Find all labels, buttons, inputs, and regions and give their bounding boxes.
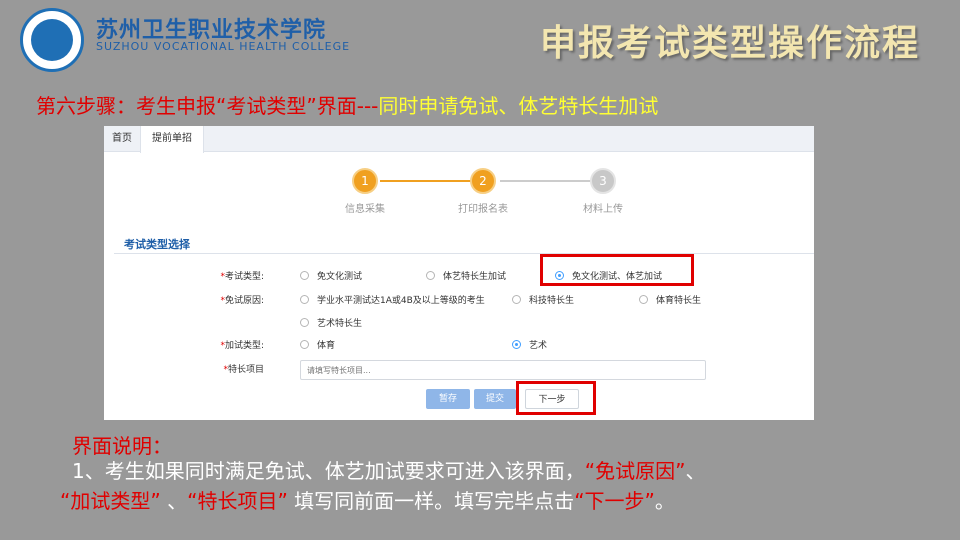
radio-dot xyxy=(300,318,309,327)
step-1-label: 信息采集 xyxy=(345,204,385,215)
form-screenshot-panel: 首页 提前单招 1 2 3 信息采集 打印报名表 材料上传 考试类型选择 *考试… xyxy=(104,126,814,420)
notes-line1-text: 1、考生如果同时满足免试、体艺加试要求可进入该界面， xyxy=(72,459,585,483)
progress-stepper: 1 2 3 信息采集 打印报名表 材料上传 xyxy=(104,152,814,232)
step-3-label: 材料上传 xyxy=(583,204,623,215)
stepper-connector xyxy=(500,180,590,182)
step-1-circle: 1 xyxy=(352,168,378,194)
notes-line2-text: 填写同前面一样。填写完毕点击 xyxy=(287,489,575,513)
radio-dot xyxy=(426,271,435,280)
highlight-box-next-button xyxy=(516,381,596,415)
step-heading-highlight: 同时申请免试、体艺特长生加试 xyxy=(378,94,659,118)
deck-title: 申报考试类型操作流程 xyxy=(539,23,920,64)
step-2-label: 打印报名表 xyxy=(458,204,508,215)
submit-button[interactable]: 提交 xyxy=(474,389,516,409)
section-title: 考试类型选择 xyxy=(124,238,190,251)
save-draft-button[interactable]: 暂存 xyxy=(426,389,470,409)
notes-line1-end: 、 xyxy=(685,459,706,483)
radio-exempt-academic-level[interactable]: 学业水平测试达1A或4B及以上等级的考生 xyxy=(300,293,485,306)
exempt-reason-label: *免试原因: xyxy=(220,296,264,306)
exam-type-label: *考试类型: xyxy=(220,272,264,282)
highlight-box-exam-type xyxy=(540,254,694,286)
radio-exempt-art-specialty[interactable]: 艺术特长生 xyxy=(300,316,362,329)
radio-dot xyxy=(512,295,521,304)
specialty-item-label: *特长项目 xyxy=(223,365,264,375)
notes-body: 1、考生如果同时满足免试、体艺加试要求可进入该界面，“免试原因”、 “加试类型”… xyxy=(60,456,932,516)
logo-emblem-icon xyxy=(31,19,73,61)
step-3-circle: 3 xyxy=(590,168,616,194)
notes-sep: 、 xyxy=(160,489,188,513)
radio-dot xyxy=(639,295,648,304)
radio-exempt-sports-specialty[interactable]: 体育特长生 xyxy=(639,293,701,306)
stepper-connector xyxy=(380,180,476,182)
radio-extra-test-sports[interactable]: 体育 xyxy=(300,338,335,351)
notes-title: 界面说明： xyxy=(72,434,172,458)
tab-home[interactable]: 首页 xyxy=(104,126,140,152)
slide-header: 苏州卫生职业技术学院 SUZHOU VOCATIONAL HEALTH COLL… xyxy=(0,0,960,80)
notes-exempt-reason-term: “免试原因” xyxy=(584,459,686,483)
tab-early-admission[interactable]: 提前单招 xyxy=(140,126,204,153)
radio-dot-selected xyxy=(512,340,521,349)
specialty-item-input[interactable] xyxy=(300,360,706,380)
radio-exempt-tech-specialty[interactable]: 科技特长生 xyxy=(512,293,574,306)
notes-line2-end: 。 xyxy=(654,489,675,513)
tab-bar: 首页 提前单招 xyxy=(104,126,814,153)
extra-test-type-label: *加试类型: xyxy=(220,341,264,351)
step-2-circle: 2 xyxy=(470,168,496,194)
step-heading-main: 第六步骤：考生申报“考试类型”界面--- xyxy=(36,94,379,118)
step-heading: 第六步骤：考生申报“考试类型”界面---同时申请免试、体艺特长生加试 xyxy=(36,90,658,119)
notes-next-term: “下一步” xyxy=(574,489,655,513)
college-name-en: SUZHOU VOCATIONAL HEALTH COLLEGE xyxy=(96,40,351,53)
section-header: 考试类型选择 xyxy=(114,232,814,254)
radio-dot xyxy=(300,271,309,280)
notes-specialty-term: “特长项目” xyxy=(187,489,288,513)
radio-dot xyxy=(300,295,309,304)
college-logo xyxy=(20,8,84,72)
notes-extra-type-term: “加试类型” xyxy=(60,489,161,513)
radio-extra-test-art[interactable]: 艺术 xyxy=(512,338,547,351)
radio-dot xyxy=(300,340,309,349)
notes-line2: “加试类型” 、“特长项目” 填写同前面一样。填写完毕点击“下一步”。 xyxy=(60,486,932,516)
radio-exam-type-no-culture-test[interactable]: 免文化测试 xyxy=(300,269,362,282)
radio-exam-type-art-sports-test[interactable]: 体艺特长生加试 xyxy=(426,269,506,282)
